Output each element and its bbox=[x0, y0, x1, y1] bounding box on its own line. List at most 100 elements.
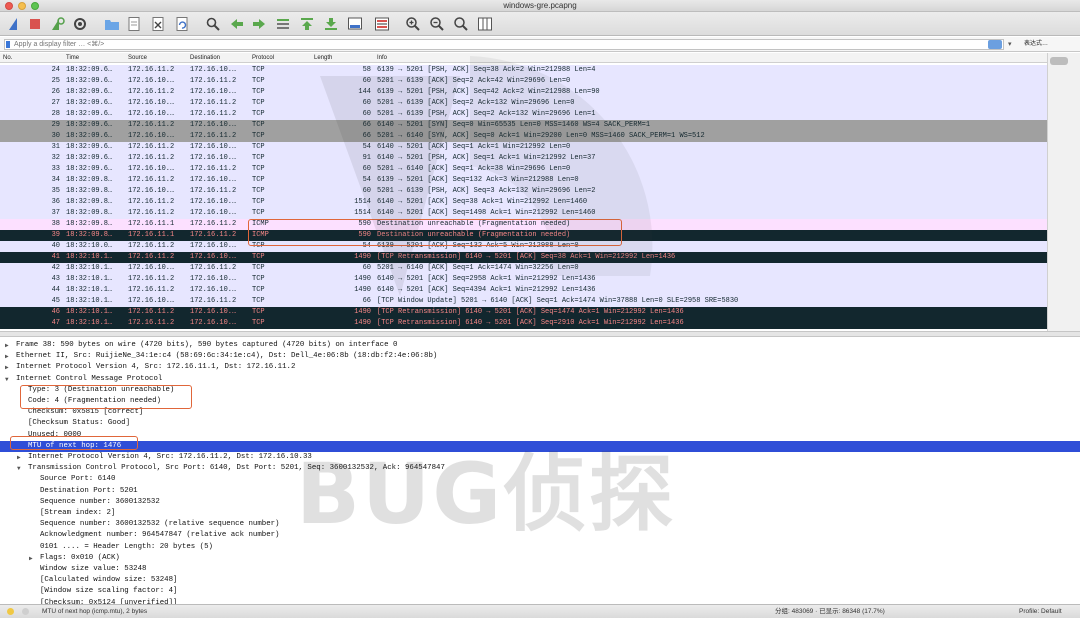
table-row[interactable]: 25 18:32:09.6… 172.16.10.… 172.16.11.2 TCP 60… bbox=[0, 76, 1047, 87]
packet-cell-src: 172.16.11.2 bbox=[128, 143, 175, 151]
zoom-in-button[interactable] bbox=[405, 16, 421, 32]
close-file-button[interactable] bbox=[150, 16, 166, 32]
detail-line[interactable]: ▶ Internet Protocol Version 4, Src: 172.1… bbox=[0, 452, 1080, 463]
detail-line[interactable]: Window size value: 53248 bbox=[0, 564, 1080, 575]
filter-history-dropdown[interactable]: ▾ bbox=[1008, 39, 1016, 50]
expert-info-icon[interactable] bbox=[7, 608, 14, 615]
column-no[interactable]: No. bbox=[3, 53, 12, 63]
column-length[interactable]: Length bbox=[314, 53, 332, 63]
collapsed-triangle-icon[interactable]: ▶ bbox=[5, 351, 9, 362]
table-row[interactable]: 31 18:32:09.6… 172.16.11.2 172.16.10.… TCP 54… bbox=[0, 142, 1047, 153]
detail-line[interactable]: ▶ Flags: 0x010 (ACK) bbox=[0, 553, 1080, 564]
packet-list[interactable]: No. Time Source Destination Protocol Len… bbox=[0, 53, 1047, 331]
capture-comment-icon[interactable] bbox=[22, 608, 29, 615]
first-packet-button[interactable] bbox=[299, 16, 315, 32]
table-row[interactable]: 37 18:32:09.8… 172.16.11.2 172.16.10.… TCP 15… bbox=[0, 208, 1047, 219]
detail-line[interactable]: Unused: 0000 bbox=[0, 430, 1080, 441]
collapsed-triangle-icon[interactable]: ▶ bbox=[5, 362, 9, 373]
detail-line[interactable]: Source Port: 6140 bbox=[0, 474, 1080, 485]
table-row[interactable]: 41 18:32:10.1… 172.16.11.2 172.16.10.… TCP 14… bbox=[0, 252, 1047, 263]
column-destination[interactable]: Destination bbox=[190, 53, 220, 63]
detail-line[interactable]: ▶ Frame 38: 590 bytes on wire (4720 bits)… bbox=[0, 340, 1080, 351]
go-to-packet-button[interactable] bbox=[275, 16, 291, 32]
display-filter-input[interactable] bbox=[4, 39, 1004, 50]
stop-capture-button[interactable] bbox=[27, 16, 43, 32]
detail-line[interactable]: ▼ Internet Control Message Protocol bbox=[0, 374, 1080, 385]
zoom-out-button[interactable] bbox=[429, 16, 445, 32]
detail-line[interactable]: Destination Port: 5201 bbox=[0, 486, 1080, 497]
detail-line[interactable]: [Calculated window size: 53248] bbox=[0, 575, 1080, 586]
save-file-button[interactable] bbox=[126, 16, 142, 32]
packet-list-scrollbar[interactable] bbox=[1047, 53, 1080, 331]
table-row[interactable]: 24 18:32:09.6… 172.16.11.2 172.16.10.… TCP 58… bbox=[0, 65, 1047, 76]
detail-line[interactable]: 0101 .... = Header Length: 20 bytes (5) bbox=[0, 542, 1080, 553]
table-row[interactable]: 45 18:32:10.1… 172.16.10.… 172.16.11.2 TCP 66… bbox=[0, 296, 1047, 307]
packet-cell-dst: 172.16.10.… bbox=[190, 66, 237, 74]
table-row[interactable]: 33 18:32:09.6… 172.16.10.… 172.16.11.2 TCP 60… bbox=[0, 164, 1047, 175]
table-row[interactable]: 43 18:32:10.1… 172.16.11.2 172.16.10.… TCP 14… bbox=[0, 274, 1047, 285]
table-row[interactable]: 38 18:32:09.8… 172.16.11.1 172.16.11.2 ICMP 5… bbox=[0, 219, 1047, 230]
detail-line[interactable]: [Checksum Status: Good] bbox=[0, 418, 1080, 429]
capture-options-button[interactable] bbox=[72, 16, 88, 32]
table-row[interactable]: 39 18:32:09.8… 172.16.11.1 172.16.11.2 ICMP 5… bbox=[0, 230, 1047, 241]
table-row[interactable]: 44 18:32:10.1… 172.16.11.2 172.16.10.… TCP 14… bbox=[0, 285, 1047, 296]
find-packet-button[interactable] bbox=[205, 16, 221, 32]
profile-status[interactable]: Profile: Default bbox=[1019, 605, 1062, 618]
expression-button[interactable]: 表达式… bbox=[1024, 39, 1048, 50]
open-file-button[interactable] bbox=[104, 16, 120, 32]
resize-columns-button[interactable] bbox=[477, 16, 493, 32]
detail-line[interactable]: Acknowledgment number: 964547847 (relati… bbox=[0, 530, 1080, 541]
table-row[interactable]: 29 18:32:09.6… 172.16.11.2 172.16.10.… TCP 66… bbox=[0, 120, 1047, 131]
collapsed-triangle-icon[interactable]: ▶ bbox=[29, 553, 33, 564]
expanded-triangle-icon[interactable]: ▼ bbox=[17, 463, 21, 474]
collapsed-triangle-icon[interactable]: ▶ bbox=[5, 340, 9, 351]
colorize-button[interactable] bbox=[374, 16, 390, 32]
go-forward-button[interactable] bbox=[251, 16, 267, 32]
auto-scroll-button[interactable] bbox=[347, 16, 363, 32]
collapsed-triangle-icon[interactable]: ▶ bbox=[17, 452, 21, 463]
table-row[interactable]: 40 18:32:10.0… 172.16.11.2 172.16.10.… TCP 54… bbox=[0, 241, 1047, 252]
column-protocol[interactable]: Protocol bbox=[252, 53, 274, 63]
go-back-button[interactable] bbox=[229, 16, 245, 32]
table-row[interactable]: 27 18:32:09.6… 172.16.10.… 172.16.11.2 TCP 60… bbox=[0, 98, 1047, 109]
table-row[interactable]: 35 18:32:09.8… 172.16.10.… 172.16.11.2 TCP 60… bbox=[0, 186, 1047, 197]
detail-line[interactable]: Code: 4 (Fragmentation needed) bbox=[0, 396, 1080, 407]
detail-line[interactable]: ▶ Internet Protocol Version 4, Src: 172.1… bbox=[0, 362, 1080, 373]
restart-capture-button[interactable] bbox=[49, 16, 65, 32]
table-row[interactable]: 34 18:32:09.8… 172.16.11.2 172.16.10.… TCP 54… bbox=[0, 175, 1047, 186]
detail-line[interactable]: [Stream index: 2] bbox=[0, 508, 1080, 519]
detail-line[interactable]: ▶ Ethernet II, Src: RuijieNe_34:1e:c4 (58… bbox=[0, 351, 1080, 362]
reload-file-button[interactable] bbox=[174, 16, 190, 32]
table-row[interactable]: 36 18:32:09.8… 172.16.11.2 172.16.10.… TCP 15… bbox=[0, 197, 1047, 208]
detail-line[interactable]: Sequence number: 3600132532 (relative se… bbox=[0, 519, 1080, 530]
bookmark-icon[interactable] bbox=[6, 41, 10, 48]
detail-line[interactable]: Checksum: 0x5815 [correct] bbox=[0, 407, 1080, 418]
detail-line[interactable]: ▼ Transmission Control Protocol, Src Port… bbox=[0, 463, 1080, 474]
column-info[interactable]: Info bbox=[377, 53, 387, 63]
table-row[interactable]: 47 18:32:10.1… 172.16.11.2 172.16.10.… TCP 14… bbox=[0, 318, 1047, 329]
detail-line[interactable]: [Window size scaling factor: 4] bbox=[0, 586, 1080, 597]
expanded-triangle-icon[interactable]: ▼ bbox=[5, 374, 9, 385]
table-row[interactable]: 30 18:32:09.6… 172.16.10.… 172.16.11.2 TCP 66… bbox=[0, 131, 1047, 142]
table-row[interactable]: 32 18:32:09.6… 172.16.11.2 172.16.10.… TCP 91… bbox=[0, 153, 1047, 164]
column-time[interactable]: Time bbox=[66, 53, 79, 63]
start-capture-button[interactable] bbox=[6, 16, 22, 32]
detail-line[interactable]: Type: 3 (Destination unreachable) bbox=[0, 385, 1080, 396]
column-source[interactable]: Source bbox=[128, 53, 147, 63]
last-packet-button[interactable] bbox=[323, 16, 339, 32]
table-row[interactable]: 46 18:32:10.1… 172.16.11.2 172.16.10.… TCP 14… bbox=[0, 307, 1047, 318]
packet-cell-dst: 172.16.11.2 bbox=[190, 187, 237, 195]
apply-filter-button[interactable] bbox=[988, 40, 1002, 49]
table-row[interactable]: 26 18:32:09.6… 172.16.11.2 172.16.10.… TCP 14… bbox=[0, 87, 1047, 98]
packet-details-pane[interactable]: ▶ Frame 38: 590 bytes on wire (4720 bits)… bbox=[0, 338, 1080, 604]
detail-line[interactable]: Sequence number: 3600132532 bbox=[0, 497, 1080, 508]
detail-line[interactable]: MTU of next hop: 1476 bbox=[0, 440, 1080, 452]
packet-list-scroll-thumb[interactable] bbox=[1050, 57, 1068, 65]
packet-cell-proto: TCP bbox=[252, 77, 265, 85]
main-toolbar bbox=[0, 12, 1080, 36]
pane-splitter[interactable] bbox=[0, 331, 1080, 337]
table-row[interactable]: 42 18:32:10.1… 172.16.10.… 172.16.11.2 TCP 60… bbox=[0, 263, 1047, 274]
packet-cell-time: 18:32:09.8… bbox=[66, 187, 113, 195]
normal-size-button[interactable] bbox=[453, 16, 469, 32]
table-row[interactable]: 28 18:32:09.6… 172.16.10.… 172.16.11.2 TCP 60… bbox=[0, 109, 1047, 120]
